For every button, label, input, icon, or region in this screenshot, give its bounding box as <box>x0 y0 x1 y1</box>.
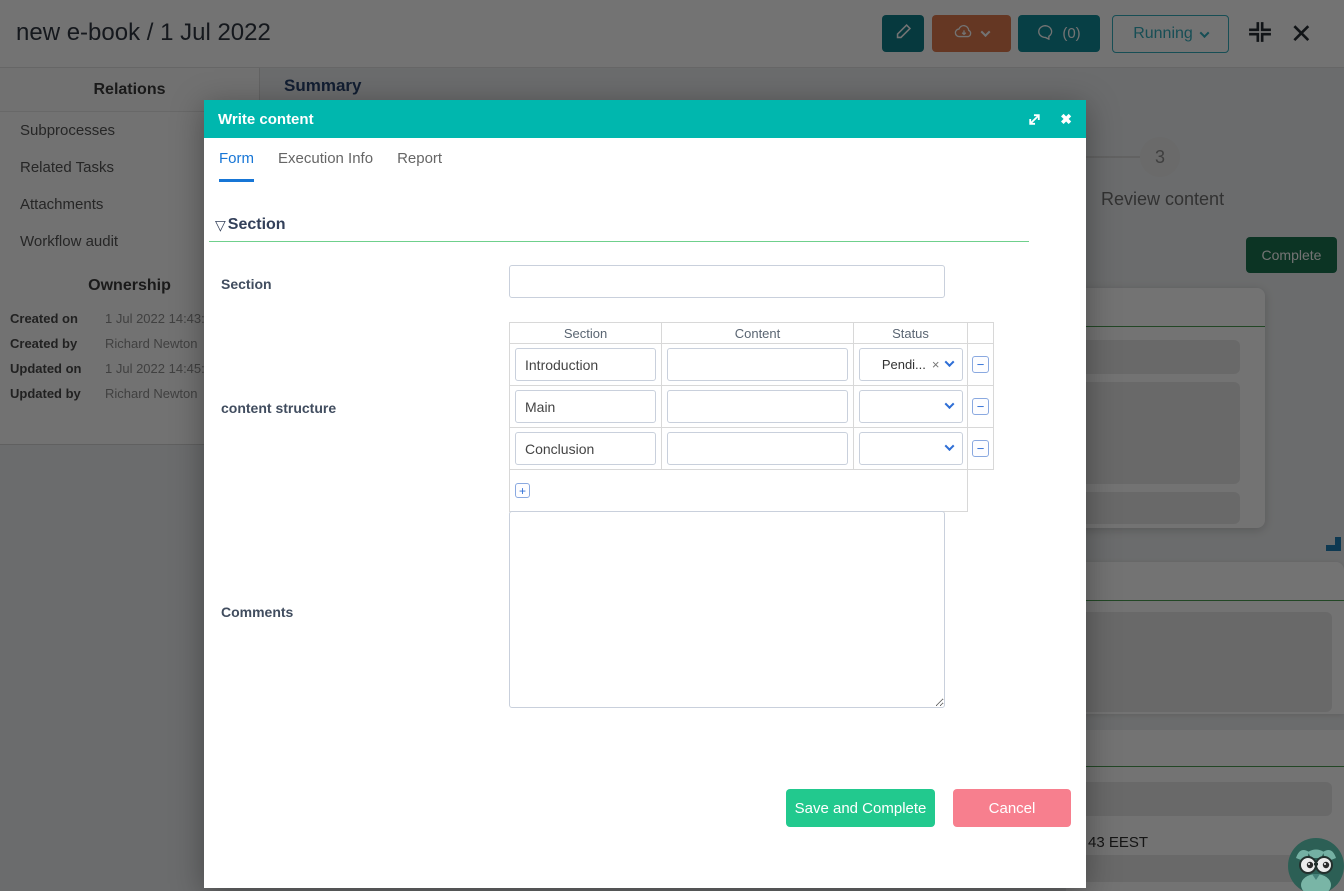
content-structure-table: Section Content Status Pendi... × − <box>509 322 994 512</box>
dialog-titlebar: Write content ✖ <box>204 100 1086 138</box>
table-row: − <box>510 386 994 428</box>
section-cell-input[interactable] <box>515 432 656 465</box>
table-footer-row: + <box>510 470 994 512</box>
status-value: Pendi... <box>882 357 926 372</box>
write-content-dialog: Write content ✖ Form Execution Info Repo… <box>204 100 1086 888</box>
table-row: − <box>510 428 994 470</box>
expand-icon[interactable] <box>1027 112 1042 127</box>
chevron-down-icon <box>944 357 954 367</box>
section-field-label: Section <box>221 276 272 292</box>
section-header-label: Section <box>228 216 286 234</box>
chevron-down-icon <box>944 399 954 409</box>
chevron-down-icon <box>944 441 954 451</box>
clear-selection-icon[interactable]: × <box>932 357 940 372</box>
section-collapse-header[interactable]: ▽ Section <box>215 216 286 234</box>
comments-label: Comments <box>221 604 293 620</box>
tab-report[interactable]: Report <box>397 150 442 182</box>
section-divider <box>209 241 1029 242</box>
save-and-complete-button[interactable]: Save and Complete <box>786 789 935 827</box>
table-row: Pendi... × − <box>510 344 994 386</box>
remove-row-button[interactable]: − <box>972 440 989 457</box>
table-header-row: Section Content Status <box>510 323 994 344</box>
dialog-title: Write content <box>218 111 1009 128</box>
status-dropdown[interactable] <box>859 432 963 465</box>
screen: new e-book / 1 Jul 2022 (0) Running <box>0 0 1344 891</box>
section-cell-input[interactable] <box>515 348 656 381</box>
column-header-status: Status <box>854 323 968 344</box>
content-cell-input[interactable] <box>667 348 848 381</box>
tab-form[interactable]: Form <box>219 150 254 182</box>
content-structure-label: content structure <box>221 400 336 416</box>
content-cell-input[interactable] <box>667 390 848 423</box>
remove-row-button[interactable]: − <box>972 398 989 415</box>
dialog-tabs: Form Execution Info Report <box>219 150 442 182</box>
column-header-content: Content <box>662 323 854 344</box>
remove-row-button[interactable]: − <box>972 356 989 373</box>
section-input[interactable] <box>509 265 945 298</box>
content-cell-input[interactable] <box>667 432 848 465</box>
status-dropdown[interactable]: Pendi... × <box>859 348 963 381</box>
cancel-button[interactable]: Cancel <box>953 789 1071 827</box>
tab-execution-info[interactable]: Execution Info <box>278 150 373 182</box>
triangle-down-icon: ▽ <box>215 217 226 234</box>
owl-mascot-chat-icon[interactable] <box>1288 838 1344 891</box>
dialog-close-icon[interactable]: ✖ <box>1060 111 1072 128</box>
section-cell-input[interactable] <box>515 390 656 423</box>
add-row-button[interactable]: + <box>515 483 530 498</box>
column-header-section: Section <box>510 323 662 344</box>
comments-textarea[interactable] <box>509 511 945 708</box>
column-header-actions <box>968 323 994 344</box>
status-dropdown[interactable] <box>859 390 963 423</box>
